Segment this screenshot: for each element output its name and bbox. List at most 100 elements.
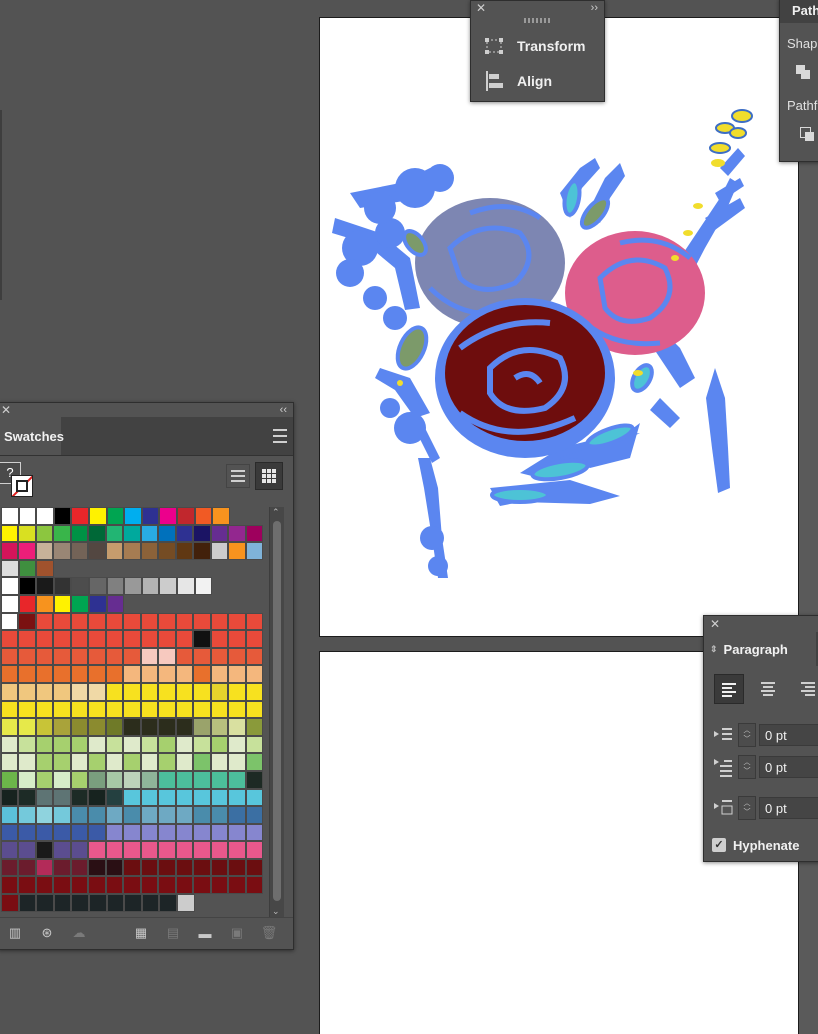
swatch[interactable] bbox=[228, 735, 246, 754]
swatch[interactable] bbox=[88, 594, 107, 613]
swatch[interactable] bbox=[53, 841, 71, 859]
swatch[interactable] bbox=[18, 753, 36, 771]
swatch[interactable] bbox=[53, 700, 71, 719]
swatch[interactable] bbox=[105, 682, 124, 701]
swatch-options-icon[interactable]: ▤ bbox=[157, 925, 189, 941]
swatch[interactable] bbox=[123, 630, 141, 648]
swatch[interactable] bbox=[158, 682, 176, 701]
swatch[interactable] bbox=[88, 630, 106, 648]
swatch[interactable] bbox=[35, 524, 54, 543]
swatch[interactable] bbox=[123, 524, 141, 543]
swatch[interactable] bbox=[175, 876, 194, 895]
swatch[interactable] bbox=[210, 841, 229, 859]
swatch[interactable] bbox=[36, 577, 54, 595]
swatch[interactable] bbox=[18, 841, 36, 859]
swatch[interactable] bbox=[1, 770, 19, 789]
swatch[interactable] bbox=[70, 682, 89, 701]
swatch[interactable] bbox=[88, 682, 106, 701]
swatch[interactable] bbox=[210, 823, 229, 842]
swatch[interactable] bbox=[35, 823, 54, 842]
swatch[interactable] bbox=[105, 753, 124, 771]
swatch[interactable] bbox=[245, 700, 264, 719]
swatch[interactable] bbox=[106, 577, 125, 595]
swatch[interactable] bbox=[212, 507, 230, 525]
swatch[interactable] bbox=[193, 806, 211, 824]
swatch[interactable] bbox=[176, 894, 195, 912]
swatch[interactable] bbox=[140, 718, 159, 736]
unite-icon[interactable] bbox=[796, 65, 810, 79]
swatch[interactable] bbox=[140, 647, 159, 666]
swatch[interactable] bbox=[245, 542, 264, 560]
swatch[interactable] bbox=[35, 858, 54, 877]
swatch[interactable] bbox=[245, 806, 264, 824]
swatch[interactable] bbox=[53, 612, 71, 631]
swatch[interactable] bbox=[70, 612, 89, 631]
swatch[interactable] bbox=[140, 665, 159, 683]
swatch[interactable] bbox=[245, 858, 264, 877]
swatch[interactable] bbox=[228, 753, 246, 771]
swatch[interactable] bbox=[106, 894, 125, 912]
swatch[interactable] bbox=[158, 858, 176, 877]
swatch[interactable] bbox=[210, 682, 229, 701]
swatch[interactable] bbox=[18, 876, 36, 895]
swatch[interactable] bbox=[140, 770, 159, 789]
swatch[interactable] bbox=[1, 577, 19, 595]
swatch[interactable] bbox=[18, 559, 37, 578]
swatch[interactable] bbox=[210, 858, 229, 877]
swatch[interactable] bbox=[35, 542, 54, 560]
swatch[interactable] bbox=[140, 858, 159, 877]
swatch[interactable] bbox=[228, 700, 246, 719]
swatch[interactable] bbox=[88, 718, 106, 736]
swatch[interactable] bbox=[105, 647, 124, 666]
swatch[interactable] bbox=[140, 841, 159, 859]
swatch[interactable] bbox=[1, 630, 19, 648]
swatch[interactable] bbox=[53, 876, 71, 895]
space-before-input[interactable]: 0 pt bbox=[759, 797, 818, 819]
swatch[interactable] bbox=[175, 788, 194, 807]
swatch[interactable] bbox=[176, 577, 195, 595]
swatch[interactable] bbox=[123, 823, 141, 842]
swatch[interactable] bbox=[123, 806, 141, 824]
swatch[interactable] bbox=[53, 770, 71, 789]
swatch[interactable] bbox=[245, 665, 264, 683]
swatch[interactable] bbox=[158, 718, 176, 736]
swatch[interactable] bbox=[88, 507, 107, 525]
swatch[interactable] bbox=[175, 612, 194, 631]
swatch[interactable] bbox=[210, 524, 229, 543]
swatch[interactable] bbox=[1, 700, 19, 719]
swatch[interactable] bbox=[123, 682, 141, 701]
swatch[interactable] bbox=[1, 841, 19, 859]
swatch[interactable] bbox=[70, 665, 89, 683]
swatch-library-icon[interactable]: ▥ bbox=[0, 925, 31, 941]
swatch[interactable] bbox=[124, 577, 142, 595]
swatch[interactable] bbox=[71, 594, 89, 613]
swatch[interactable] bbox=[105, 612, 124, 631]
swatch[interactable] bbox=[18, 806, 36, 824]
swatch[interactable] bbox=[194, 577, 213, 595]
swatch[interactable] bbox=[158, 788, 176, 807]
scroll-up-icon[interactable]: ⌃ bbox=[272, 507, 280, 518]
swatch[interactable] bbox=[175, 682, 194, 701]
swatch[interactable] bbox=[228, 542, 246, 560]
swatch[interactable] bbox=[245, 735, 264, 754]
swatch[interactable] bbox=[18, 682, 36, 701]
swatch[interactable] bbox=[70, 630, 89, 648]
expand-icon[interactable]: ⇕ bbox=[710, 644, 718, 655]
swatch[interactable] bbox=[53, 735, 71, 754]
hyphenate-checkbox[interactable]: ✓ bbox=[712, 838, 726, 852]
swatch[interactable] bbox=[228, 806, 246, 824]
swatch[interactable] bbox=[245, 841, 264, 859]
swatch[interactable] bbox=[158, 753, 176, 771]
swatch[interactable] bbox=[124, 894, 142, 912]
first-line-indent-input[interactable]: 0 pt bbox=[759, 756, 818, 778]
swatch[interactable] bbox=[53, 542, 71, 560]
swatch[interactable] bbox=[159, 577, 177, 595]
swatch[interactable] bbox=[105, 788, 124, 807]
swatch[interactable] bbox=[175, 823, 194, 842]
swatch[interactable] bbox=[193, 788, 211, 807]
swatch[interactable] bbox=[245, 788, 264, 807]
swatch[interactable] bbox=[1, 823, 19, 842]
swatch[interactable] bbox=[88, 700, 106, 719]
swatch[interactable] bbox=[228, 647, 246, 666]
swatch[interactable] bbox=[1, 718, 19, 736]
